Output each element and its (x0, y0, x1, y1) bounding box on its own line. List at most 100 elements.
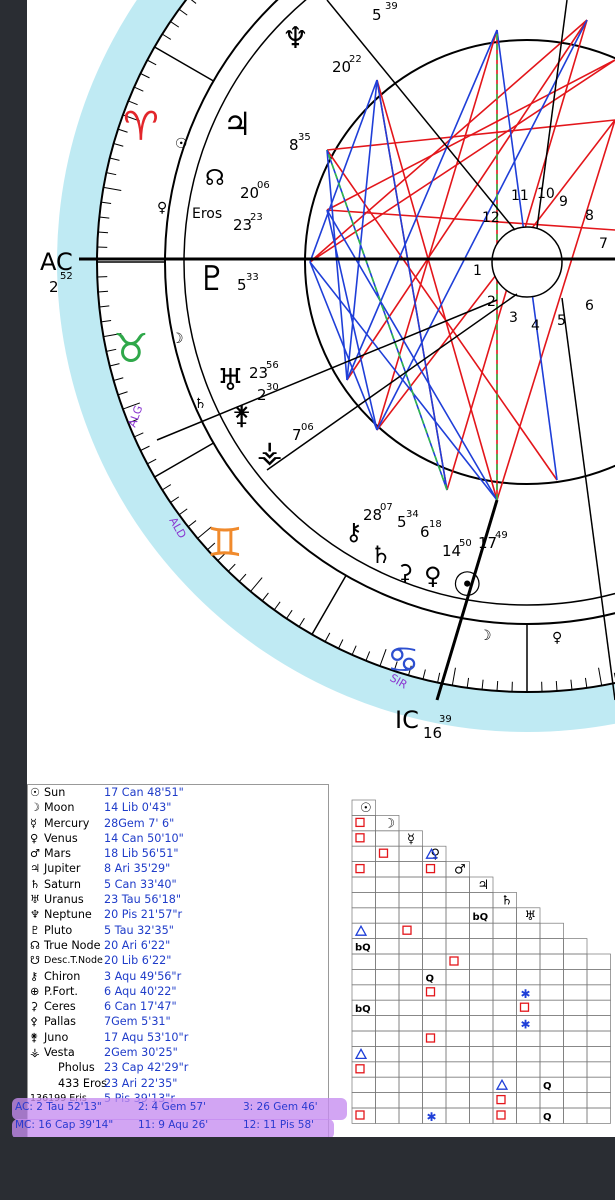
planet-row: ♄ Saturn 5 Can 33'40" (28, 877, 328, 892)
center-circle (491, 226, 563, 298)
planet-glyph-icon: ♃ (30, 862, 41, 876)
aspect-cell (469, 1061, 494, 1078)
aspect-cell (422, 938, 447, 955)
aspect-cell (586, 999, 611, 1016)
aspect-cell (422, 1015, 447, 1032)
aspect-cell (469, 1107, 494, 1124)
aspect-cell (375, 892, 400, 909)
aspect-cell (563, 1092, 588, 1109)
house-number: 10 (537, 186, 555, 202)
chiron-icon: ⚷ (345, 518, 363, 546)
planet-row: ⚴ Pallas 7Gem 5'31" (28, 1014, 328, 1029)
planet-glyph-icon: ⚳ (30, 1000, 39, 1014)
planet-position: 6 Can 17'47" (104, 1000, 177, 1014)
planet-minute: 30 (266, 382, 279, 393)
aspect-cell (492, 1030, 517, 1047)
planet-minute: 06 (301, 422, 314, 433)
house-12-value: 12: 11 Pis 58' (243, 1119, 315, 1131)
degree-tick (98, 231, 109, 234)
aspect-cell (375, 922, 400, 939)
degree-tick (496, 680, 499, 691)
aspect-cell (539, 984, 564, 1001)
planet-glyph-icon: ☿ (30, 816, 37, 830)
aspect-cell (445, 1030, 470, 1047)
aspect-cell (539, 953, 564, 970)
planet-name: Vesta (44, 1046, 75, 1060)
planet-position: 23 Ari 22'35" (104, 1076, 178, 1090)
aspect-cell (563, 1030, 588, 1047)
aspect-cell (351, 1092, 376, 1109)
square-aspect-icon (355, 863, 365, 874)
aspect-cell (469, 969, 494, 986)
aspect-cell (375, 938, 400, 955)
aspect-cell (469, 1030, 494, 1047)
aspect-cell (422, 1061, 447, 1078)
planet-position: 20 Lib 6'22" (104, 954, 172, 968)
aspect-cell (422, 1092, 447, 1109)
aspect-cell (375, 1015, 400, 1032)
aspect-cell (563, 969, 588, 986)
planet-row: ♂ Mars 18 Lib 56'51" (28, 846, 328, 861)
house-11-value: 11: 9 Aqu 26' (138, 1119, 209, 1131)
aspect-cell (375, 861, 400, 878)
house-number: 9 (559, 194, 568, 210)
planet-name: Mars (44, 847, 71, 861)
eros-label: Eros (192, 206, 222, 222)
trine-aspect-icon (354, 924, 368, 936)
planet-position: 5 Tau 32'35" (104, 923, 174, 937)
aspect-header-icon: ♅ (525, 909, 537, 924)
aspect-cell (586, 984, 611, 1001)
aspect-cell (516, 1092, 541, 1109)
top-minute-label: 39 (385, 1, 398, 12)
aspect-cell (398, 1046, 423, 1063)
house-row-ac: AC: 2 Tau 52'13" 2: 4 Gem 57' 3: 26 Gem … (15, 1099, 345, 1117)
aspect-cell (586, 969, 611, 986)
square-aspect-icon (355, 817, 365, 828)
aspect-cell (445, 938, 470, 955)
planet-name: Pholus (58, 1061, 95, 1075)
ac-degree: 2 (49, 278, 59, 296)
aspect-cell (516, 1107, 541, 1124)
aspect-cell (375, 876, 400, 893)
aspect-cell (492, 922, 517, 939)
house-row-mc: MC: 16 Cap 39'14" 11: 9 Aqu 26' 12: 11 P… (15, 1117, 345, 1135)
aspect-cell (445, 922, 470, 939)
planet-row: ☉ Sun 17 Can 48'51" (28, 785, 328, 800)
planet-glyph-icon: ☋ (30, 954, 40, 968)
quintile-aspect-label: bQ (355, 1004, 371, 1015)
aspect-cell (398, 1076, 423, 1093)
aspect-cell (516, 1076, 541, 1093)
aspect-cell (516, 938, 541, 955)
aspect-cell (586, 1092, 611, 1109)
planet-minute: 22 (349, 54, 362, 65)
square-aspect-icon (425, 1033, 436, 1043)
sextile-aspect-icon: ✱ (427, 1110, 437, 1124)
planet-position: 17 Aqu 53'10"r (104, 1030, 189, 1044)
juno-icon: ⚵ (232, 401, 251, 431)
planet-glyph-icon: ⚷ (30, 969, 39, 983)
planet-row: ⚵ Juno 17 Aqu 53'10"r (28, 1030, 328, 1045)
aspect-cell (563, 938, 588, 955)
sextile-aspect-icon: ✱ (521, 987, 531, 1001)
planet-minute: 23 (250, 212, 263, 223)
aspect-cell (398, 861, 423, 878)
planet-position: 2Gem 30'25" (104, 1046, 178, 1060)
degree-tick (98, 290, 109, 293)
house-number: 2 (487, 294, 496, 310)
planet-glyph-icon: ⚴ (30, 1015, 39, 1029)
aspect-cell (445, 1015, 470, 1032)
aspect-cell (516, 1061, 541, 1078)
aspect-cell (398, 1015, 423, 1032)
venus-ring-glyph-icon: ♀ (552, 630, 562, 646)
aspect-cell (469, 1015, 494, 1032)
aspect-cell (563, 984, 588, 1001)
aspect-cell (398, 984, 423, 1001)
aspect-cell (398, 892, 423, 909)
aspect-cell (469, 938, 494, 955)
aspect-cell (469, 892, 494, 909)
aspect-cell (445, 892, 470, 909)
planet-glyph-icon: ♄ (30, 877, 41, 891)
aspect-cell (445, 1092, 470, 1109)
aspect-cell (422, 1046, 447, 1063)
planet-name: Saturn (44, 877, 81, 891)
